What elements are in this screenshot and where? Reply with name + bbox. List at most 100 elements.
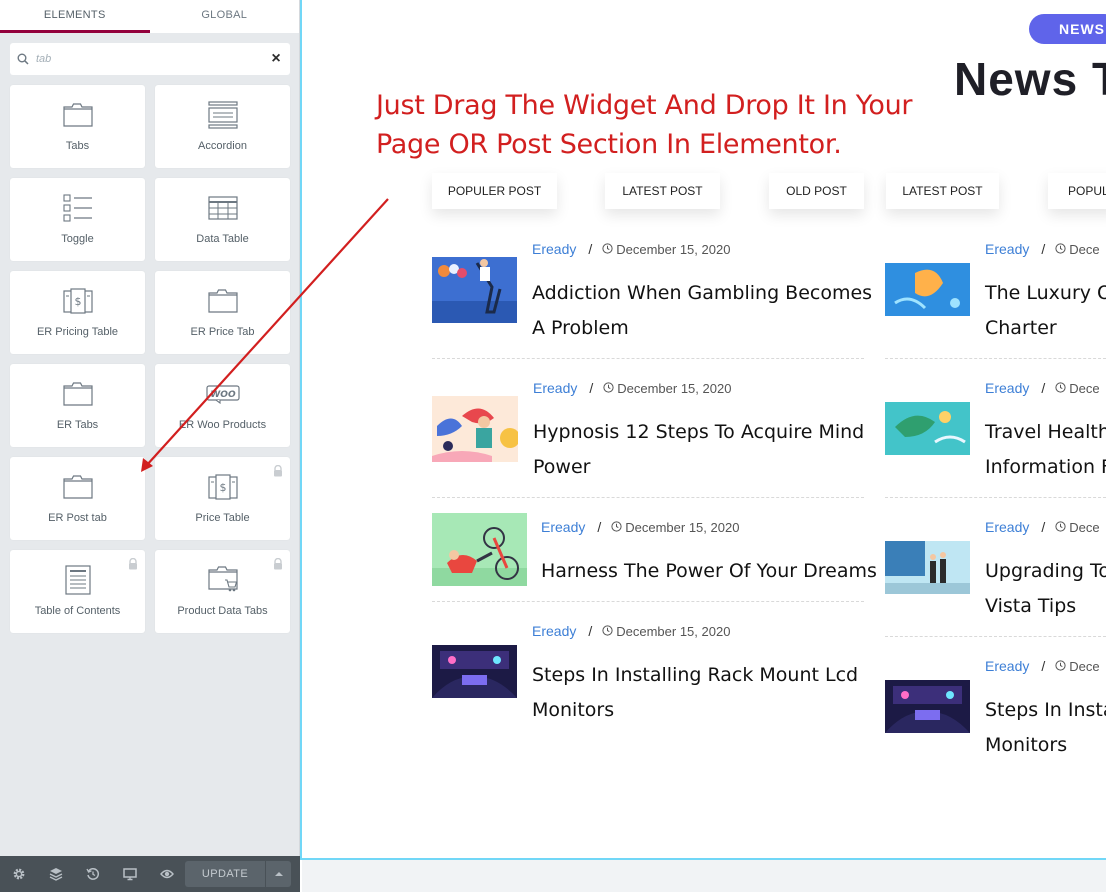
clock-icon xyxy=(1055,659,1066,674)
update-button[interactable]: UPDATE xyxy=(185,861,265,887)
clock-icon xyxy=(1055,242,1066,257)
widget-label: ER Woo Products xyxy=(178,419,267,431)
widget-product-data-tabs[interactable]: Product Data Tabs xyxy=(155,550,290,633)
post-divider xyxy=(432,497,864,498)
tab-populer-post[interactable]: POPULER POST xyxy=(432,173,557,209)
clock-icon xyxy=(602,624,613,639)
post-thumbnail[interactable] xyxy=(432,257,517,323)
news-badge: NEWS xyxy=(1029,14,1106,44)
tabs-icon xyxy=(60,379,96,409)
table-of-contents-icon xyxy=(60,565,96,595)
widget-er-price-tab[interactable]: ER Price Tab xyxy=(155,271,290,354)
post-title[interactable]: Steps In Installing Rack Mount Lcd Monit… xyxy=(532,658,858,728)
accordion-icon xyxy=(205,100,241,130)
post-title[interactable]: Harness The Power Of Your Dreams xyxy=(541,554,877,589)
post-thumbnail[interactable] xyxy=(885,680,970,733)
post-date: December 15, 2020 xyxy=(602,242,730,257)
post-category[interactable]: Eready xyxy=(532,623,576,639)
widget-label: Accordion xyxy=(198,140,247,152)
widget-er-woo-products[interactable]: WOO ER Woo Products xyxy=(155,364,290,447)
post-title[interactable]: Steps In Insta Monitors xyxy=(985,693,1106,763)
tab-old-post[interactable]: OLD POST xyxy=(769,173,864,209)
responsive-mode-button[interactable] xyxy=(111,856,148,892)
clock-icon xyxy=(1055,520,1066,535)
post-title[interactable]: Addiction When Gambling Becomes A Proble… xyxy=(532,276,872,346)
lock-icon xyxy=(272,557,284,570)
meta-separator: / xyxy=(1041,380,1046,396)
post-title[interactable]: Travel Health Information F xyxy=(985,415,1106,485)
post-meta: Eready / Dece xyxy=(985,658,1100,674)
tab-latest-post-2[interactable]: LATEST POST xyxy=(886,173,999,209)
post-title[interactable]: Upgrading To Vista Tips xyxy=(985,554,1106,624)
post-title-line: Upgrading To xyxy=(985,560,1106,582)
widget-table-of-contents[interactable]: Table of Contents xyxy=(10,550,145,633)
lock-icon xyxy=(272,464,284,477)
post-date-text: December 15, 2020 xyxy=(616,241,731,257)
post-thumbnail[interactable] xyxy=(885,263,970,316)
panel-tabs: ELEMENTS GLOBAL xyxy=(0,0,299,33)
post-date: December 15, 2020 xyxy=(611,520,739,535)
post-thumbnail[interactable] xyxy=(885,541,970,594)
clear-search-button[interactable]: × xyxy=(262,43,290,75)
tab-populer-post-2[interactable]: POPUL xyxy=(1048,173,1106,209)
widget-label: Tabs xyxy=(65,140,90,152)
widget-accordion[interactable]: Accordion xyxy=(155,85,290,168)
search-icon xyxy=(10,43,36,75)
navigator-button[interactable] xyxy=(37,856,74,892)
post-title-line: Vista Tips xyxy=(985,595,1077,617)
post-category[interactable]: Eready xyxy=(985,519,1029,535)
post-category[interactable]: Eready xyxy=(532,241,576,257)
desktop-icon xyxy=(122,868,137,881)
widget-er-pricing-table[interactable]: $ ER Pricing Table xyxy=(10,271,145,354)
post-title-line: Steps In Installing Rack Mount Lcd xyxy=(532,664,859,686)
tab-global[interactable]: GLOBAL xyxy=(149,0,299,33)
tab-elements[interactable]: ELEMENTS xyxy=(0,0,150,33)
widget-data-table[interactable]: Data Table xyxy=(155,178,290,261)
post-category[interactable]: Eready xyxy=(533,380,577,396)
section-border-left xyxy=(300,0,302,860)
post-category[interactable]: Eready xyxy=(985,241,1029,257)
post-meta: Eready / Dece xyxy=(985,380,1100,396)
post-divider xyxy=(432,601,864,602)
settings-button[interactable] xyxy=(0,856,37,892)
search-box: × xyxy=(10,43,290,75)
post-date-text: Dece xyxy=(1069,519,1100,535)
widget-er-post-tab[interactable]: ER Post tab xyxy=(10,457,145,540)
post-thumbnail[interactable] xyxy=(885,402,970,455)
panel-footer: UPDATE xyxy=(0,856,300,892)
post-category[interactable]: Eready xyxy=(985,380,1029,396)
post-meta: Eready / December 15, 2020 xyxy=(532,241,730,257)
post-title-line: Travel Health xyxy=(985,421,1106,443)
eye-icon xyxy=(159,869,174,879)
post-category[interactable]: Eready xyxy=(541,519,585,535)
post-thumbnail[interactable] xyxy=(432,513,527,586)
search-input[interactable] xyxy=(36,53,262,65)
preview-button[interactable] xyxy=(148,856,185,892)
post-thumbnail[interactable] xyxy=(432,396,520,462)
save-options-button[interactable] xyxy=(265,861,291,887)
layers-icon xyxy=(49,868,62,881)
tabs-icon xyxy=(60,100,96,130)
widget-price-table[interactable]: $ Price Table xyxy=(155,457,290,540)
lock-icon xyxy=(127,557,139,570)
post-thumbnail[interactable] xyxy=(432,645,517,698)
gear-icon xyxy=(13,868,24,880)
history-button[interactable] xyxy=(74,856,111,892)
widget-tabs[interactable]: Tabs xyxy=(10,85,145,168)
clock-icon xyxy=(1055,381,1066,396)
post-category[interactable]: Eready xyxy=(985,658,1029,674)
post-title[interactable]: The Luxury Of Charter xyxy=(985,276,1106,346)
data-table-icon xyxy=(205,193,241,223)
post-divider xyxy=(885,358,1106,359)
widget-toggle[interactable]: Toggle xyxy=(10,178,145,261)
news-heading: News T xyxy=(954,53,1106,105)
post-title-line: Harness The Power Of Your Dreams xyxy=(541,560,877,582)
widget-label: Toggle xyxy=(61,233,94,245)
post-date-text: December 15, 2020 xyxy=(625,519,740,535)
elementor-editor: ELEMENTS GLOBAL × Tabs Acco xyxy=(0,0,1106,892)
post-title[interactable]: Hypnosis 12 Steps To Acquire Mind Power xyxy=(533,415,864,485)
meta-separator: / xyxy=(588,623,593,639)
tab-latest-post[interactable]: LATEST POST xyxy=(605,173,720,209)
post-date: Dece xyxy=(1055,381,1100,396)
widget-er-tabs[interactable]: ER Tabs xyxy=(10,364,145,447)
